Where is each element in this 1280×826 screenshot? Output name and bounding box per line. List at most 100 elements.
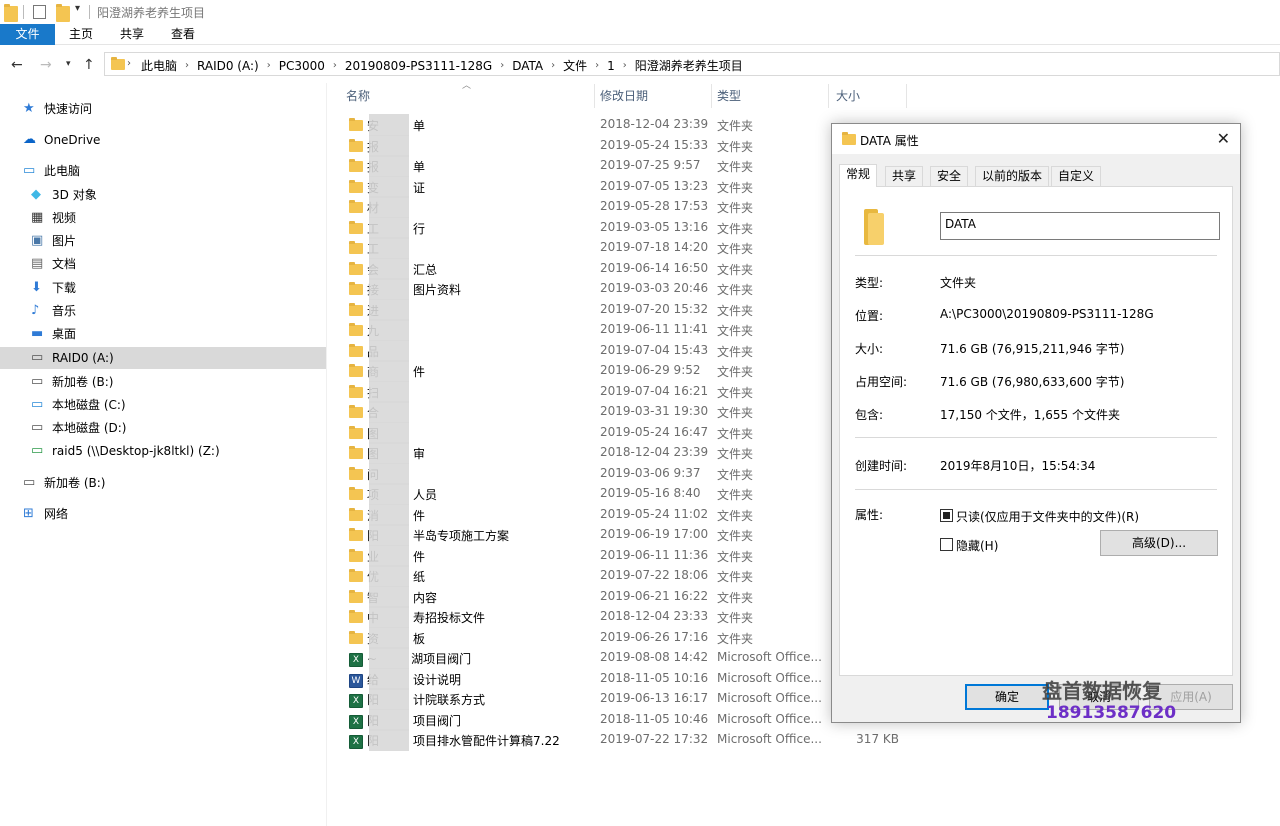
hidden-checkbox[interactable] xyxy=(940,538,953,551)
prop-size-value: 71.6 GB (76,915,211,946 字节) xyxy=(940,342,1125,356)
breadcrumb-item[interactable]: 20190809-PS3111-128G xyxy=(345,59,492,73)
up-arrow-icon[interactable]: ↑ xyxy=(83,57,95,73)
file-type: 文件夹 xyxy=(717,365,754,379)
folder-icon xyxy=(349,384,363,398)
redaction-mask xyxy=(369,401,409,423)
redaction-mask xyxy=(369,667,409,690)
file-date: 2018-11-05 10:16 xyxy=(600,670,709,685)
folder-icon xyxy=(349,343,363,357)
folder-name-input[interactable]: DATA xyxy=(940,212,1220,240)
watermark-text: 盘首数据恢复 xyxy=(1042,679,1162,703)
desktop-icon: ▬ xyxy=(31,326,44,341)
column-separator[interactable] xyxy=(906,84,907,108)
column-separator[interactable] xyxy=(711,84,712,108)
breadcrumb-item[interactable]: PC3000 xyxy=(279,59,325,73)
window-title: 阳澄湖养老养生项目 xyxy=(97,6,206,20)
redaction-mask xyxy=(369,647,409,669)
picture-icon: ▣ xyxy=(31,233,44,248)
folder-icon xyxy=(349,548,363,562)
redaction-mask xyxy=(369,544,409,567)
tab-customize[interactable]: 自定义 xyxy=(1051,166,1102,186)
column-header-size[interactable]: 大小 xyxy=(836,84,860,108)
folder-icon xyxy=(111,57,125,70)
recent-locations-chevron-icon[interactable]: ▾ xyxy=(66,59,71,69)
breadcrumb-item[interactable]: 阳澄湖养老养生项目 xyxy=(635,57,743,74)
sidebar-item-label: 本地磁盘 (D:) xyxy=(52,421,127,435)
created-value: 2019年8月10日，15:54:34 xyxy=(940,459,1096,473)
prop-location-value: A:\PC3000\20190809-PS3111-128G xyxy=(940,307,1154,321)
ribbon: 文件 主页 共享 查看 xyxy=(0,24,1280,45)
excel-document-icon: X xyxy=(349,653,363,667)
tab-home[interactable]: 主页 xyxy=(59,24,103,45)
prop-size-on-disk-value: 71.6 GB (76,980,633,600 字节) xyxy=(940,375,1125,389)
file-type: Microsoft Office... xyxy=(717,711,822,726)
chevron-right-icon[interactable]: › xyxy=(267,60,271,71)
file-date: 2019-06-14 16:50 xyxy=(600,260,709,275)
sidebar-item-label: 网络 xyxy=(44,507,69,521)
file-date: 2019-07-22 17:32 xyxy=(600,732,709,746)
breadcrumb-item[interactable]: DATA xyxy=(512,59,543,73)
hidden-label[interactable]: 隐藏(H) xyxy=(956,537,998,554)
drive-icon: ▭ xyxy=(31,420,44,435)
breadcrumb-item[interactable]: 文件 xyxy=(563,57,587,74)
drive-icon: ▭ xyxy=(31,350,44,365)
column-separator[interactable] xyxy=(828,84,829,108)
tab-general[interactable]: 常规 xyxy=(839,164,878,187)
breadcrumb-item[interactable]: RAID0 (A:) xyxy=(197,59,259,73)
tab-file[interactable]: 文件 xyxy=(0,24,55,45)
redaction-mask xyxy=(369,421,409,444)
forward-arrow-icon[interactable]: → xyxy=(40,57,52,73)
sidebar-item[interactable]: ▭ RAID0 (A:) xyxy=(0,347,326,369)
back-arrow-icon[interactable]: ← xyxy=(11,57,23,73)
tab-sharing[interactable]: 共享 xyxy=(885,166,924,186)
file-date: 2019-07-04 16:21 xyxy=(600,383,709,398)
sidebar-item-label: OneDrive xyxy=(44,133,101,147)
redaction-mask xyxy=(369,606,409,628)
customize-quick-access-icon[interactable]: ▾ xyxy=(75,3,80,19)
folder-icon xyxy=(349,282,363,295)
chevron-right-icon[interactable]: › xyxy=(623,60,627,71)
column-header-name[interactable]: 名称 xyxy=(346,84,370,108)
chevron-right-icon[interactable]: › xyxy=(333,60,337,71)
column-header-type[interactable]: 类型 xyxy=(717,84,741,108)
chevron-right-icon[interactable]: › xyxy=(185,60,189,71)
folder-icon xyxy=(349,159,363,172)
new-folder-icon[interactable] xyxy=(56,4,70,22)
column-header-date[interactable]: 修改日期 xyxy=(600,84,648,108)
properties-icon[interactable] xyxy=(33,5,46,19)
tab-view[interactable]: 查看 xyxy=(160,24,206,45)
tab-share[interactable]: 共享 xyxy=(110,24,154,45)
redaction-mask xyxy=(369,319,409,341)
folder-icon xyxy=(349,323,363,336)
tab-previous-versions[interactable]: 以前的版本 xyxy=(975,166,1050,186)
close-icon[interactable]: ✕ xyxy=(1217,129,1230,148)
folder-icon xyxy=(349,261,363,275)
sidebar-item-label: 快速访问 xyxy=(44,102,93,116)
sort-ascending-icon: ︿ xyxy=(462,81,472,91)
cube-icon: ◆ xyxy=(31,187,41,202)
sidebar-item-label: 视频 xyxy=(52,211,77,225)
redaction-mask xyxy=(369,134,409,157)
ok-button[interactable]: 确定 xyxy=(965,684,1049,710)
file-type: 文件夹 xyxy=(717,344,754,359)
redaction-mask xyxy=(369,380,409,403)
redaction-mask xyxy=(369,565,409,587)
chevron-right-icon[interactable]: › xyxy=(500,60,504,71)
chevron-right-icon[interactable]: › xyxy=(595,60,599,71)
file-type: 文件夹 xyxy=(717,139,754,154)
readonly-checkbox[interactable] xyxy=(940,509,953,522)
chevron-right-icon[interactable]: › xyxy=(551,60,555,71)
readonly-label[interactable]: 只读(仅应用于文件夹中的文件)(R) xyxy=(956,508,1139,525)
address-bar[interactable]: › 此电脑 › RAID0 (A:) › PC3000 › 20190809-PS31… xyxy=(104,52,1280,76)
breadcrumb-item[interactable]: 此电脑 xyxy=(141,57,177,74)
breadcrumb-item[interactable]: 1 xyxy=(607,59,615,73)
separator xyxy=(23,5,24,19)
folder-icon xyxy=(349,425,363,439)
advanced-button[interactable]: 高级(D)... xyxy=(1100,530,1218,556)
prop-size-label: 大小: xyxy=(855,342,884,356)
file-type: 文件夹 xyxy=(717,242,754,256)
title-bar: ▾ 阳澄湖养老养生项目 xyxy=(0,0,1280,24)
tab-security[interactable]: 安全 xyxy=(930,166,969,186)
file-row[interactable]: X阳项目排水管配件计算稿7.222019-07-22 17:32Microsof… xyxy=(345,729,925,751)
column-separator[interactable] xyxy=(594,84,595,108)
